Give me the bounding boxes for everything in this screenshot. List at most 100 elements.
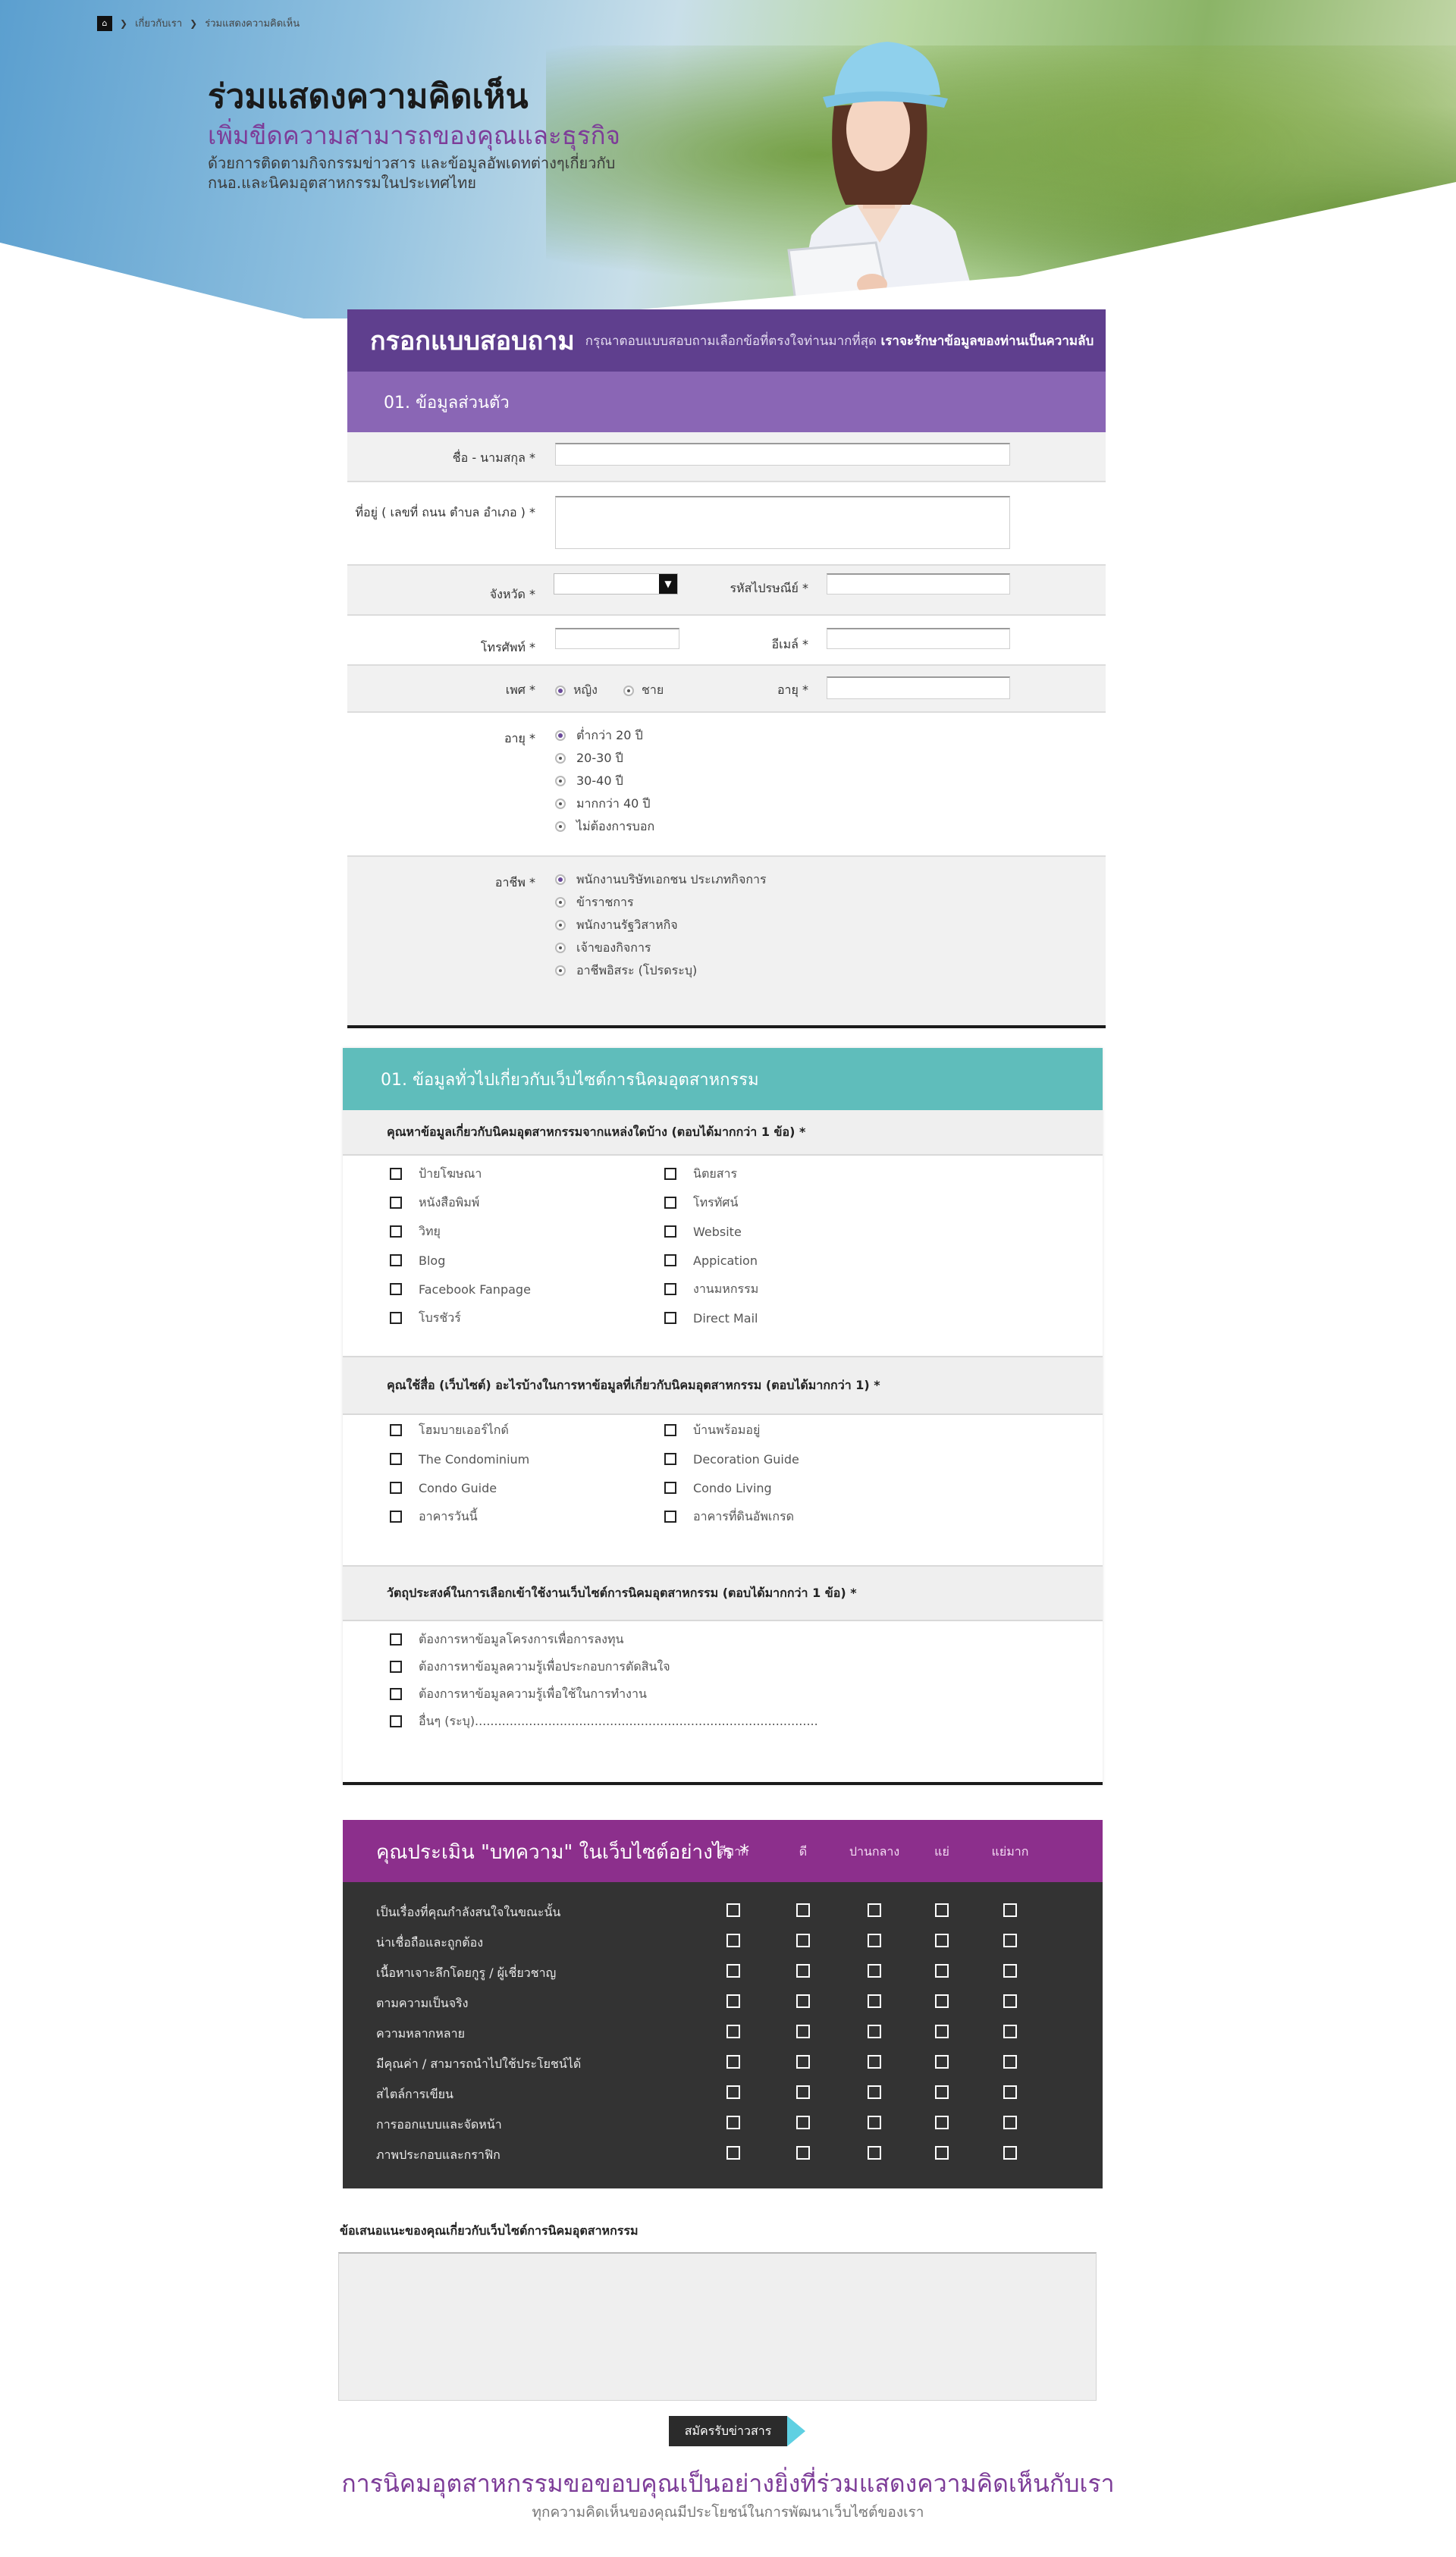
rating-checkbox-icon[interactable]: [796, 2146, 810, 2160]
checkbox-option[interactable]: Condo Guide: [390, 1480, 497, 1495]
rating-checkbox-icon[interactable]: [1003, 2055, 1017, 2069]
rating-checkbox-icon[interactable]: [1003, 1903, 1017, 1917]
checkbox-icon[interactable]: [664, 1453, 676, 1465]
job-option[interactable]: พนักงานบริษัทเอกชน ประเภทกิจการ: [555, 872, 767, 887]
phone-input[interactable]: [555, 628, 679, 649]
subscribe-button[interactable]: สมัครรับข่าวสาร: [669, 2416, 805, 2446]
checkbox-option[interactable]: นิตยสาร: [664, 1166, 737, 1181]
checkbox-option[interactable]: Website: [664, 1224, 742, 1239]
checkbox-icon[interactable]: [664, 1511, 676, 1523]
checkbox-icon[interactable]: [390, 1688, 402, 1700]
checkbox-option[interactable]: Blog: [390, 1253, 445, 1268]
checkbox-icon[interactable]: [390, 1225, 402, 1238]
radio-icon[interactable]: [555, 821, 566, 832]
email-input[interactable]: [827, 628, 1010, 649]
rating-checkbox-icon[interactable]: [1003, 1964, 1017, 1978]
checkbox-icon[interactable]: [664, 1168, 676, 1180]
age-option[interactable]: 20-30 ปี: [555, 751, 654, 766]
radio-icon[interactable]: [555, 730, 566, 741]
radio-icon[interactable]: [555, 798, 566, 809]
rating-checkbox-icon[interactable]: [935, 1994, 949, 2008]
checkbox-icon[interactable]: [390, 1283, 402, 1295]
checkbox-icon[interactable]: [664, 1424, 676, 1436]
rating-checkbox-icon[interactable]: [726, 2025, 740, 2038]
checkbox-option[interactable]: Appication: [664, 1253, 758, 1268]
rating-checkbox-icon[interactable]: [868, 2146, 881, 2160]
rating-checkbox-icon[interactable]: [935, 2116, 949, 2129]
postcode-input[interactable]: [827, 573, 1010, 595]
rating-checkbox-icon[interactable]: [796, 1964, 810, 1978]
checkbox-icon[interactable]: [390, 1254, 402, 1266]
rating-checkbox-icon[interactable]: [868, 1994, 881, 2008]
checkbox-icon[interactable]: [664, 1312, 676, 1324]
breadcrumb-item-about[interactable]: เกี่ยวกับเรา: [135, 15, 182, 31]
checkbox-icon[interactable]: [390, 1424, 402, 1436]
radio-icon[interactable]: [623, 685, 634, 696]
radio-icon[interactable]: [555, 943, 566, 953]
checkbox-option[interactable]: ป้ายโฆษณา: [390, 1166, 482, 1181]
checkbox-option[interactable]: โฮมบายเออร์ไกด์: [390, 1423, 509, 1438]
checkbox-icon[interactable]: [664, 1197, 676, 1209]
rating-checkbox-icon[interactable]: [726, 2146, 740, 2160]
job-option[interactable]: พนักงานรัฐวิสาหกิจ: [555, 918, 767, 933]
rating-checkbox-icon[interactable]: [935, 1934, 949, 1947]
rating-checkbox-icon[interactable]: [868, 1903, 881, 1917]
age-input[interactable]: [827, 676, 1010, 699]
checkbox-option[interactable]: อาคารวันนี้: [390, 1509, 478, 1524]
checkbox-option[interactable]: Direct Mail: [664, 1310, 758, 1326]
rating-checkbox-icon[interactable]: [1003, 2116, 1017, 2129]
checkbox-option[interactable]: อาคารที่ดินอัพเกรด: [664, 1509, 794, 1524]
rating-checkbox-icon[interactable]: [868, 1934, 881, 1947]
radio-icon[interactable]: [555, 776, 566, 786]
rating-checkbox-icon[interactable]: [726, 2055, 740, 2069]
checkbox-option[interactable]: บ้านพร้อมอยู่: [664, 1423, 760, 1438]
checkbox-icon[interactable]: [390, 1661, 402, 1673]
rating-checkbox-icon[interactable]: [935, 1964, 949, 1978]
checkbox-option-other[interactable]: อื่นๆ (ระบุ)............................…: [390, 1714, 818, 1729]
rating-checkbox-icon[interactable]: [796, 2085, 810, 2099]
name-input[interactable]: [555, 443, 1010, 466]
rating-checkbox-icon[interactable]: [1003, 2146, 1017, 2160]
checkbox-icon[interactable]: [664, 1283, 676, 1295]
rating-checkbox-icon[interactable]: [868, 2085, 881, 2099]
checkbox-option[interactable]: โบรชัวร์: [390, 1310, 461, 1326]
suggestion-textarea[interactable]: [338, 2252, 1097, 2401]
rating-checkbox-icon[interactable]: [868, 2025, 881, 2038]
checkbox-option[interactable]: Condo Living: [664, 1480, 772, 1495]
radio-icon[interactable]: [555, 874, 566, 885]
checkbox-icon[interactable]: [390, 1482, 402, 1494]
checkbox-option[interactable]: ต้องการหาข้อมูลความรู้เพื่อประกอบการตัดส…: [390, 1659, 670, 1674]
rating-checkbox-icon[interactable]: [1003, 1994, 1017, 2008]
rating-checkbox-icon[interactable]: [726, 1934, 740, 1947]
radio-icon[interactable]: [555, 685, 566, 696]
radio-icon[interactable]: [555, 753, 566, 764]
checkbox-option[interactable]: โทรทัศน์: [664, 1195, 738, 1210]
rating-checkbox-icon[interactable]: [868, 2055, 881, 2069]
checkbox-option[interactable]: หนังสือพิมพ์: [390, 1195, 479, 1210]
rating-checkbox-icon[interactable]: [726, 1964, 740, 1978]
province-select[interactable]: ▼: [554, 573, 678, 595]
checkbox-option[interactable]: ต้องการหาข้อมูลความรู้เพื่อใช้ในการทำงาน: [390, 1686, 647, 1702]
rating-checkbox-icon[interactable]: [796, 2025, 810, 2038]
rating-checkbox-icon[interactable]: [796, 1994, 810, 2008]
rating-checkbox-icon[interactable]: [726, 1994, 740, 2008]
checkbox-option[interactable]: ต้องการหาข้อมูลโครงการเพื่อการลงทุน: [390, 1632, 623, 1647]
address-input[interactable]: [555, 496, 1010, 549]
rating-checkbox-icon[interactable]: [796, 1934, 810, 1947]
age-option[interactable]: ไม่ต้องการบอก: [555, 819, 654, 834]
rating-checkbox-icon[interactable]: [796, 1903, 810, 1917]
checkbox-option[interactable]: The Condominium: [390, 1451, 529, 1467]
checkbox-icon[interactable]: [390, 1453, 402, 1465]
home-icon[interactable]: ⌂: [97, 15, 112, 31]
checkbox-icon[interactable]: [390, 1168, 402, 1180]
checkbox-icon[interactable]: [664, 1225, 676, 1238]
rating-checkbox-icon[interactable]: [796, 2055, 810, 2069]
rating-checkbox-icon[interactable]: [726, 2116, 740, 2129]
job-option[interactable]: ข้าราชการ: [555, 895, 767, 910]
checkbox-icon[interactable]: [390, 1715, 402, 1727]
checkbox-option[interactable]: Decoration Guide: [664, 1451, 799, 1467]
radio-icon[interactable]: [555, 897, 566, 908]
rating-checkbox-icon[interactable]: [935, 2025, 949, 2038]
gender-female-option[interactable]: หญิง ชาย: [555, 681, 664, 700]
checkbox-option[interactable]: วิทยุ: [390, 1224, 441, 1239]
